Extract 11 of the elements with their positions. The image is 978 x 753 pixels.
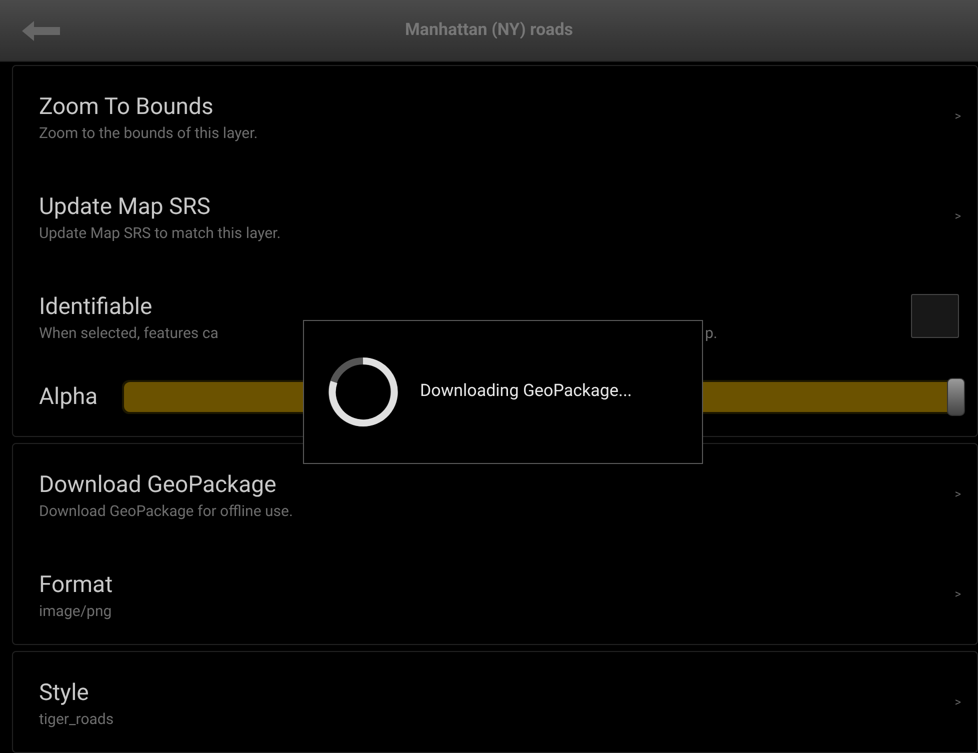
dialog-message: Downloading GeoPackage...	[420, 380, 632, 404]
item-subtitle: Download GeoPackage for offline use.	[39, 501, 293, 522]
window-title: Manhattan (NY) roads	[404, 18, 574, 42]
item-subtitle: Zoom to the bounds of this layer.	[39, 123, 258, 144]
slider-label: Alpha	[39, 382, 98, 412]
item-subtitle: When selected, features ca	[39, 323, 218, 344]
item-title: Identifiable	[39, 292, 152, 322]
item-subtitle: Update Map SRS to match this layer.	[39, 223, 281, 244]
item-subtitle: tiger_roads	[39, 709, 114, 730]
item-subtitle: p.	[705, 323, 718, 344]
item-subtitle: image/png	[39, 601, 112, 622]
